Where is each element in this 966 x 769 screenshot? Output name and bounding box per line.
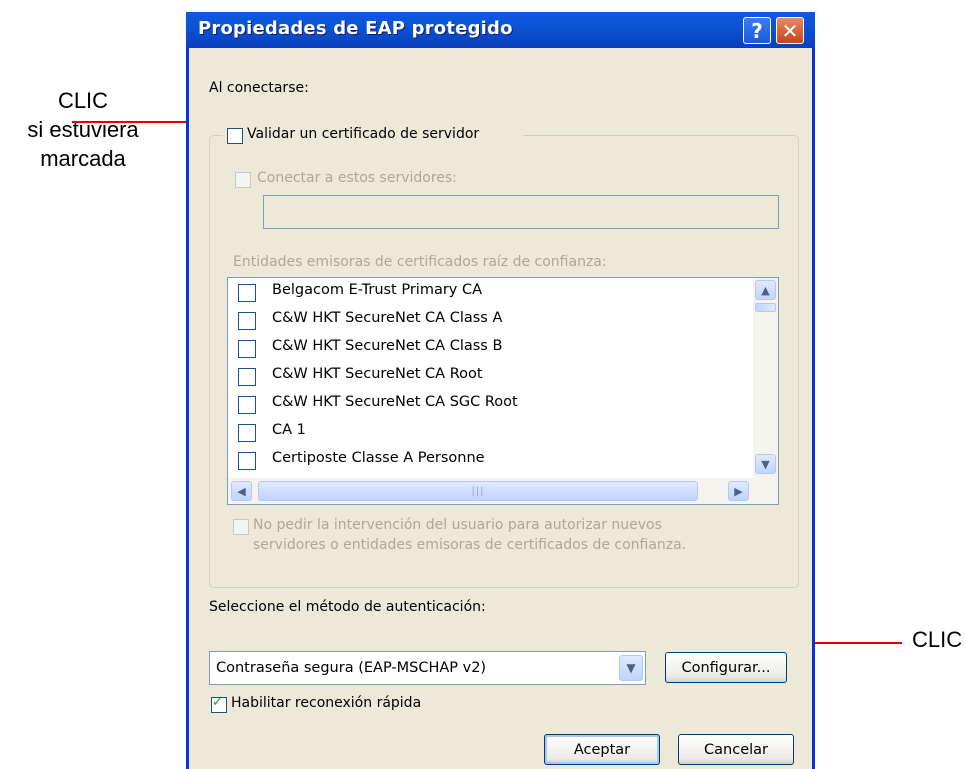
arrow-left-line	[72, 121, 202, 123]
close-button[interactable]: ✕	[776, 17, 804, 44]
connect-servers-label: Conectar a estos servidores:	[257, 170, 457, 186]
cancel-button[interactable]: Cancelar	[678, 734, 794, 765]
chevron-down-icon: ▼	[626, 661, 636, 675]
configure-button[interactable]: Configurar...	[665, 652, 787, 683]
chevron-left-icon: ◀	[237, 484, 246, 498]
chevron-right-icon: ▶	[734, 484, 743, 498]
list-item-label: Belgacom E-Trust Primary CA	[272, 282, 483, 298]
help-button[interactable]: ?	[743, 17, 771, 44]
close-icon: ✕	[781, 18, 799, 43]
on-connect-label: Al conectarse:	[209, 80, 309, 96]
annotation-right: CLIC	[912, 627, 963, 652]
dropdown-button[interactable]: ▼	[619, 655, 643, 681]
annotation-line-3: marcada	[40, 146, 126, 171]
list-item-label: C&W HKT SecureNet CA Root	[272, 366, 483, 382]
validate-cert-label[interactable]: Validar un certificado de servidor	[247, 126, 479, 142]
ok-button[interactable]: Aceptar	[544, 734, 660, 765]
horizontal-scroll-thumb[interactable]: |||	[258, 481, 698, 501]
list-item-label: C&W HKT SecureNet CA SGC Root	[272, 394, 518, 410]
list-item-label: C&W HKT SecureNet CA Class B	[272, 338, 503, 354]
list-item[interactable]: C&W HKT SecureNet CA Class A	[228, 306, 750, 334]
auth-method-select[interactable]: Contraseña segura (EAP-MSCHAP v2) ▼	[209, 651, 646, 685]
chevron-down-icon: ▼	[761, 457, 770, 471]
trusted-roots-label: Entidades emisoras de certificados raíz …	[233, 254, 607, 270]
horizontal-scrollbar[interactable]: ◀ ||| ▶	[228, 478, 778, 504]
scroll-up-button[interactable]: ▲	[755, 280, 776, 300]
validate-cert-checkbox[interactable]	[227, 128, 243, 144]
list-item-checkbox[interactable]	[238, 340, 256, 358]
list-item[interactable]: C&W HKT SecureNet CA SGC Root	[228, 390, 750, 418]
help-icon: ?	[751, 18, 763, 43]
annotation-line-2: si estuviera	[27, 117, 139, 142]
scroll-left-button[interactable]: ◀	[231, 481, 252, 501]
list-item[interactable]: C&W HKT SecureNet CA Root	[228, 362, 750, 390]
list-item[interactable]: C&W HKT SecureNet CA Class B	[228, 334, 750, 362]
list-item-checkbox[interactable]	[238, 396, 256, 414]
servers-input[interactable]	[263, 195, 779, 229]
list-item-checkbox[interactable]	[238, 452, 256, 470]
list-item-checkbox[interactable]	[238, 284, 256, 302]
annotation-line-1: CLIC	[57, 88, 109, 113]
list-item[interactable]: Certiposte Classe A Personne	[228, 446, 750, 474]
grip-icon: |||	[471, 485, 485, 497]
trusted-roots-list[interactable]: Belgacom E-Trust Primary CA C&W HKT Secu…	[227, 277, 779, 505]
window-title: Propiedades de EAP protegido	[198, 18, 513, 39]
auth-method-label: Seleccione el método de autenticación:	[209, 599, 486, 615]
chevron-up-icon: ▲	[761, 283, 770, 297]
no-prompt-label-line2: servidores o entidades emisoras de certi…	[253, 537, 687, 553]
vertical-scrollbar[interactable]: ▲ ▼	[753, 278, 778, 478]
title-bar[interactable]: Propiedades de EAP protegido ? ✕	[186, 12, 815, 48]
no-prompt-label-line1: No pedir la intervención del usuario par…	[253, 517, 662, 533]
list-item-label: Certiposte Classe A Personne	[272, 450, 485, 466]
list-item-checkbox[interactable]	[238, 368, 256, 386]
dialog-content: Al conectarse: Validar un certificado de…	[189, 48, 812, 769]
scroll-down-button[interactable]: ▼	[755, 454, 776, 474]
fast-reconnect-label[interactable]: Habilitar reconexión rápida	[231, 695, 421, 711]
list-item-checkbox[interactable]	[238, 312, 256, 330]
no-prompt-checkbox[interactable]	[233, 519, 249, 535]
list-item[interactable]: Belgacom E-Trust Primary CA	[228, 278, 750, 306]
annotation-left: CLIC si estuviera marcada	[8, 86, 158, 173]
list-item-checkbox[interactable]	[238, 424, 256, 442]
fast-reconnect-checkbox[interactable]	[211, 695, 227, 713]
list-item-label: CA 1	[272, 422, 306, 438]
list-item[interactable]: CA 1	[228, 418, 750, 446]
list-item-label: C&W HKT SecureNet CA Class A	[272, 310, 503, 326]
auth-method-value: Contraseña segura (EAP-MSCHAP v2)	[216, 660, 487, 676]
connect-servers-checkbox[interactable]	[235, 172, 251, 188]
scroll-right-button[interactable]: ▶	[728, 481, 749, 501]
vertical-scroll-thumb[interactable]	[755, 303, 776, 312]
dialog-window: Propiedades de EAP protegido ? ✕ Al cone…	[186, 12, 815, 769]
